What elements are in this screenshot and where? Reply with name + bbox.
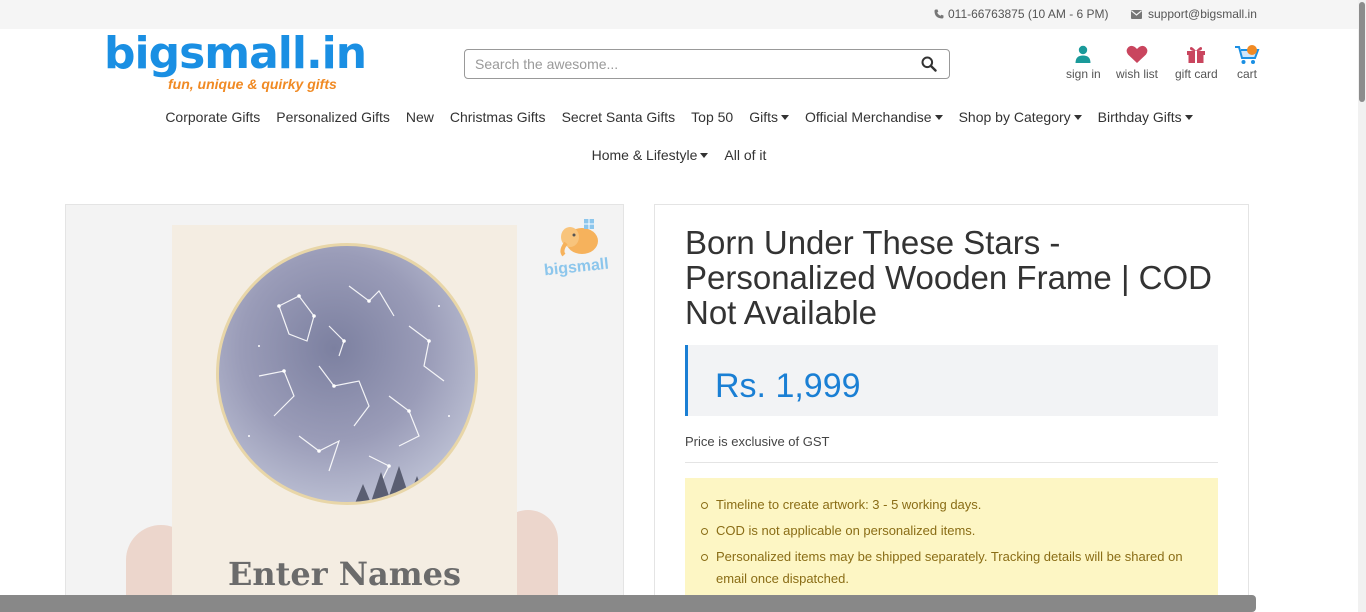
star-map-circle [216, 243, 478, 505]
nav-birthday-gifts-dropdown[interactable]: Birthday Gifts [1090, 109, 1201, 125]
watermark-text: bigsmall [543, 255, 610, 280]
cart-label[interactable]: cart [1237, 67, 1257, 81]
wooden-frame: Enter Names [172, 225, 517, 603]
caret-down-icon [934, 114, 943, 120]
product-image[interactable]: Enter Names bigsmall [65, 204, 624, 604]
email-contact[interactable]: support@bigsmall.in [1131, 7, 1257, 21]
divider [685, 462, 1218, 463]
nav-secret-santa-gifts[interactable]: Secret Santa Gifts [554, 109, 684, 125]
top-contact-bar: 011-66763875 (10 AM - 6 PM) support@bigs… [0, 0, 1358, 29]
phone-number: 011-66763875 (10 AM - 6 PM) [948, 7, 1109, 21]
support-email[interactable]: support@bigsmall.in [1148, 7, 1257, 21]
nav-corporate-gifts[interactable]: Corporate Gifts [157, 109, 268, 125]
logo-wordmark[interactable]: bigsmall.in [104, 32, 367, 76]
search-icon [921, 56, 937, 72]
vertical-scrollbar-thumb[interactable] [1359, 2, 1365, 102]
gift-icon [1187, 47, 1206, 63]
wish-list-label[interactable]: wish list [1116, 67, 1158, 81]
main-nav-row-1: Corporate Gifts Personalized Gifts New C… [0, 109, 1358, 125]
site-logo[interactable]: bigsmall.in fun, unique & quirky gifts [104, 32, 367, 96]
gift-card-label[interactable]: gift card [1175, 67, 1218, 81]
note-shipping: Personalized items may be shipped separa… [697, 546, 1208, 590]
envelope-icon [1131, 9, 1142, 19]
search-input[interactable] [465, 50, 909, 78]
product-info-panel: Born Under These Stars - Personalized Wo… [654, 204, 1249, 604]
caret-down-icon [700, 152, 709, 158]
elephant-mascot-icon [560, 219, 598, 257]
bigsmall-watermark: bigsmall [543, 213, 616, 289]
search-bar [464, 49, 950, 79]
vertical-scrollbar[interactable] [1358, 0, 1366, 612]
cart-icon [1235, 45, 1260, 64]
nav-top-50[interactable]: Top 50 [683, 109, 741, 125]
shipping-notes-box: Timeline to create artwork: 3 - 5 workin… [685, 478, 1218, 603]
nav-christmas-gifts[interactable]: Christmas Gifts [442, 109, 554, 125]
product-title: Born Under These Stars - Personalized Wo… [685, 224, 1213, 331]
caret-down-icon [1073, 114, 1082, 120]
sign-in-link[interactable]: sign in [1066, 44, 1101, 81]
nav-shop-by-category-dropdown[interactable]: Shop by Category [951, 109, 1090, 125]
enter-names-overlay: Enter Names [227, 555, 461, 593]
phone-icon [934, 9, 944, 19]
search-button[interactable] [909, 50, 949, 78]
gift-card-link[interactable]: gift card [1175, 44, 1218, 81]
nav-new[interactable]: New [398, 109, 442, 125]
cart-link[interactable]: cart [1234, 44, 1260, 81]
phone-contact: 011-66763875 (10 AM - 6 PM) [934, 7, 1109, 21]
caret-down-icon [1184, 114, 1193, 120]
caret-down-icon [781, 114, 789, 120]
nav-personalized-gifts[interactable]: Personalized Gifts [268, 109, 398, 125]
product-price: Rs. 1,999 [715, 367, 861, 405]
logo-tagline: fun, unique & quirky gifts [168, 76, 337, 92]
note-cod: COD is not applicable on personalized it… [697, 520, 1208, 542]
price-box: Rs. 1,999 [685, 345, 1218, 416]
wish-list-link[interactable]: wish list [1116, 44, 1158, 81]
horizontal-scrollbar[interactable] [0, 595, 1256, 612]
nav-all-of-it[interactable]: All of it [716, 147, 774, 163]
constellation-art [248, 285, 450, 502]
note-timeline: Timeline to create artwork: 3 - 5 workin… [697, 494, 1208, 516]
main-nav-row-2: Home & Lifestyle All of it [0, 147, 1358, 163]
sign-in-label[interactable]: sign in [1066, 67, 1101, 81]
nav-home-lifestyle-dropdown[interactable]: Home & Lifestyle [584, 147, 717, 163]
heart-icon [1126, 45, 1148, 63]
gst-note: Price is exclusive of GST [685, 434, 830, 449]
nav-official-merchandise-dropdown[interactable]: Official Merchandise [797, 109, 951, 125]
user-icon [1075, 45, 1091, 63]
nav-gifts-dropdown[interactable]: Gifts [741, 109, 797, 125]
